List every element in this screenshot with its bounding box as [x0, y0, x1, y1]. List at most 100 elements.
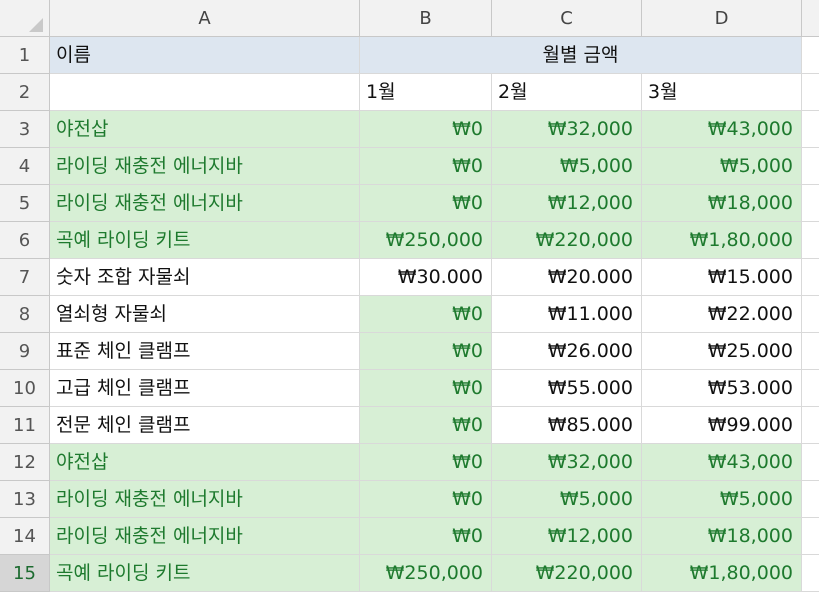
column-header-d[interactable]: D [642, 0, 802, 37]
cell-c2[interactable]: 2월 [492, 74, 642, 111]
row-header[interactable]: 10 [0, 370, 50, 407]
cell-a15[interactable]: 곡예 라이딩 키트 [50, 555, 360, 592]
row-header[interactable]: 3 [0, 111, 50, 148]
cell-a4[interactable]: 라이딩 재충전 에너지바 [50, 148, 360, 185]
row-header[interactable]: 11 [0, 407, 50, 444]
cell-d12[interactable]: ₩43,000 [642, 444, 802, 481]
row-header[interactable]: 12 [0, 444, 50, 481]
row-header[interactable]: 7 [0, 259, 50, 296]
cell-a1[interactable]: 이름 [50, 37, 360, 74]
cell-b15[interactable]: ₩250,000 [360, 555, 492, 592]
cell-e15[interactable] [802, 555, 819, 592]
row-header[interactable]: 6 [0, 222, 50, 259]
cell-a12[interactable]: 야전삽 [50, 444, 360, 481]
cell-e8[interactable] [802, 296, 819, 333]
cell-d6[interactable]: ₩1,80,000 [642, 222, 802, 259]
cell-d13[interactable]: ₩5,000 [642, 481, 802, 518]
column-header-e[interactable] [802, 0, 819, 37]
cell-a6[interactable]: 곡예 라이딩 키트 [50, 222, 360, 259]
cell-a10[interactable]: 고급 체인 클램프 [50, 370, 360, 407]
row-header[interactable]: 5 [0, 185, 50, 222]
cell-e10[interactable] [802, 370, 819, 407]
cell-a5[interactable]: 라이딩 재충전 에너지바 [50, 185, 360, 222]
cell-b5[interactable]: ₩0 [360, 185, 492, 222]
cell-b3[interactable]: ₩0 [360, 111, 492, 148]
cell-a11[interactable]: 전문 체인 클램프 [50, 407, 360, 444]
cell-c15[interactable]: ₩220,000 [492, 555, 642, 592]
column-header-b[interactable]: B [360, 0, 492, 37]
cell-c6[interactable]: ₩220,000 [492, 222, 642, 259]
cell-b12[interactable]: ₩0 [360, 444, 492, 481]
cell-c7[interactable]: ₩20.000 [492, 259, 642, 296]
cell-e4[interactable] [802, 148, 819, 185]
sheet-row: 2 1월 2월 3월 [0, 74, 819, 111]
cell-c10[interactable]: ₩55.000 [492, 370, 642, 407]
row-header[interactable]: 14 [0, 518, 50, 555]
row-header[interactable]: 8 [0, 296, 50, 333]
cell-d14[interactable]: ₩18,000 [642, 518, 802, 555]
cell-a14[interactable]: 라이딩 재충전 에너지바 [50, 518, 360, 555]
row-header[interactable]: 13 [0, 481, 50, 518]
cell-c8[interactable]: ₩11.000 [492, 296, 642, 333]
cell-d4[interactable]: ₩5,000 [642, 148, 802, 185]
sheet-row: 14 라이딩 재충전 에너지바 ₩0 ₩12,000 ₩18,000 [0, 518, 819, 555]
cell-a13[interactable]: 라이딩 재충전 에너지바 [50, 481, 360, 518]
cell-b1-merged[interactable]: 월별 금액 [360, 37, 802, 74]
select-all-corner[interactable] [0, 0, 50, 37]
cell-e5[interactable] [802, 185, 819, 222]
cell-c3[interactable]: ₩32,000 [492, 111, 642, 148]
cell-c12[interactable]: ₩32,000 [492, 444, 642, 481]
cell-b11[interactable]: ₩0 [360, 407, 492, 444]
cell-e2[interactable] [802, 74, 819, 111]
cell-c11[interactable]: ₩85.000 [492, 407, 642, 444]
row-header[interactable]: 4 [0, 148, 50, 185]
column-header-c[interactable]: C [492, 0, 642, 37]
sheet-row: 4 라이딩 재충전 에너지바 ₩0 ₩5,000 ₩5,000 [0, 148, 819, 185]
cell-b4[interactable]: ₩0 [360, 148, 492, 185]
cell-e1[interactable] [802, 37, 819, 74]
column-header-a[interactable]: A [50, 0, 360, 37]
row-header[interactable]: 9 [0, 333, 50, 370]
cell-d10[interactable]: ₩53.000 [642, 370, 802, 407]
cell-b10[interactable]: ₩0 [360, 370, 492, 407]
cell-c13[interactable]: ₩5,000 [492, 481, 642, 518]
cell-d15[interactable]: ₩1,80,000 [642, 555, 802, 592]
cell-b9[interactable]: ₩0 [360, 333, 492, 370]
cell-e13[interactable] [802, 481, 819, 518]
cell-d5[interactable]: ₩18,000 [642, 185, 802, 222]
row-header-active[interactable]: 15 [0, 555, 50, 592]
cell-e7[interactable] [802, 259, 819, 296]
cell-b8[interactable]: ₩0 [360, 296, 492, 333]
row-header[interactable]: 1 [0, 37, 50, 74]
cell-d2[interactable]: 3월 [642, 74, 802, 111]
sheet-row: 11 전문 체인 클램프 ₩0 ₩85.000 ₩99.000 [0, 407, 819, 444]
cell-c5[interactable]: ₩12,000 [492, 185, 642, 222]
cell-b14[interactable]: ₩0 [360, 518, 492, 555]
cell-c14[interactable]: ₩12,000 [492, 518, 642, 555]
cell-d7[interactable]: ₩15.000 [642, 259, 802, 296]
cell-b6[interactable]: ₩250,000 [360, 222, 492, 259]
row-header[interactable]: 2 [0, 74, 50, 111]
cell-e14[interactable] [802, 518, 819, 555]
cell-d8[interactable]: ₩22.000 [642, 296, 802, 333]
cell-a8[interactable]: 열쇠형 자물쇠 [50, 296, 360, 333]
cell-c9[interactable]: ₩26.000 [492, 333, 642, 370]
cell-d9[interactable]: ₩25.000 [642, 333, 802, 370]
cell-d11[interactable]: ₩99.000 [642, 407, 802, 444]
cell-e6[interactable] [802, 222, 819, 259]
cell-a2[interactable] [50, 74, 360, 111]
cell-c4[interactable]: ₩5,000 [492, 148, 642, 185]
cell-a7[interactable]: 숫자 조합 자물쇠 [50, 259, 360, 296]
cell-e9[interactable] [802, 333, 819, 370]
cell-e11[interactable] [802, 407, 819, 444]
cell-e12[interactable] [802, 444, 819, 481]
sheet-row: 8 열쇠형 자물쇠 ₩0 ₩11.000 ₩22.000 [0, 296, 819, 333]
cell-a3[interactable]: 야전삽 [50, 111, 360, 148]
cell-b13[interactable]: ₩0 [360, 481, 492, 518]
cell-b2[interactable]: 1월 [360, 74, 492, 111]
cell-d3[interactable]: ₩43,000 [642, 111, 802, 148]
cell-a9[interactable]: 표준 체인 클램프 [50, 333, 360, 370]
spreadsheet: A B C D 1 이름 월별 금액 2 1월 2월 3월 3 야전삽 ₩0 ₩… [0, 0, 819, 607]
cell-b7[interactable]: ₩30.000 [360, 259, 492, 296]
cell-e3[interactable] [802, 111, 819, 148]
